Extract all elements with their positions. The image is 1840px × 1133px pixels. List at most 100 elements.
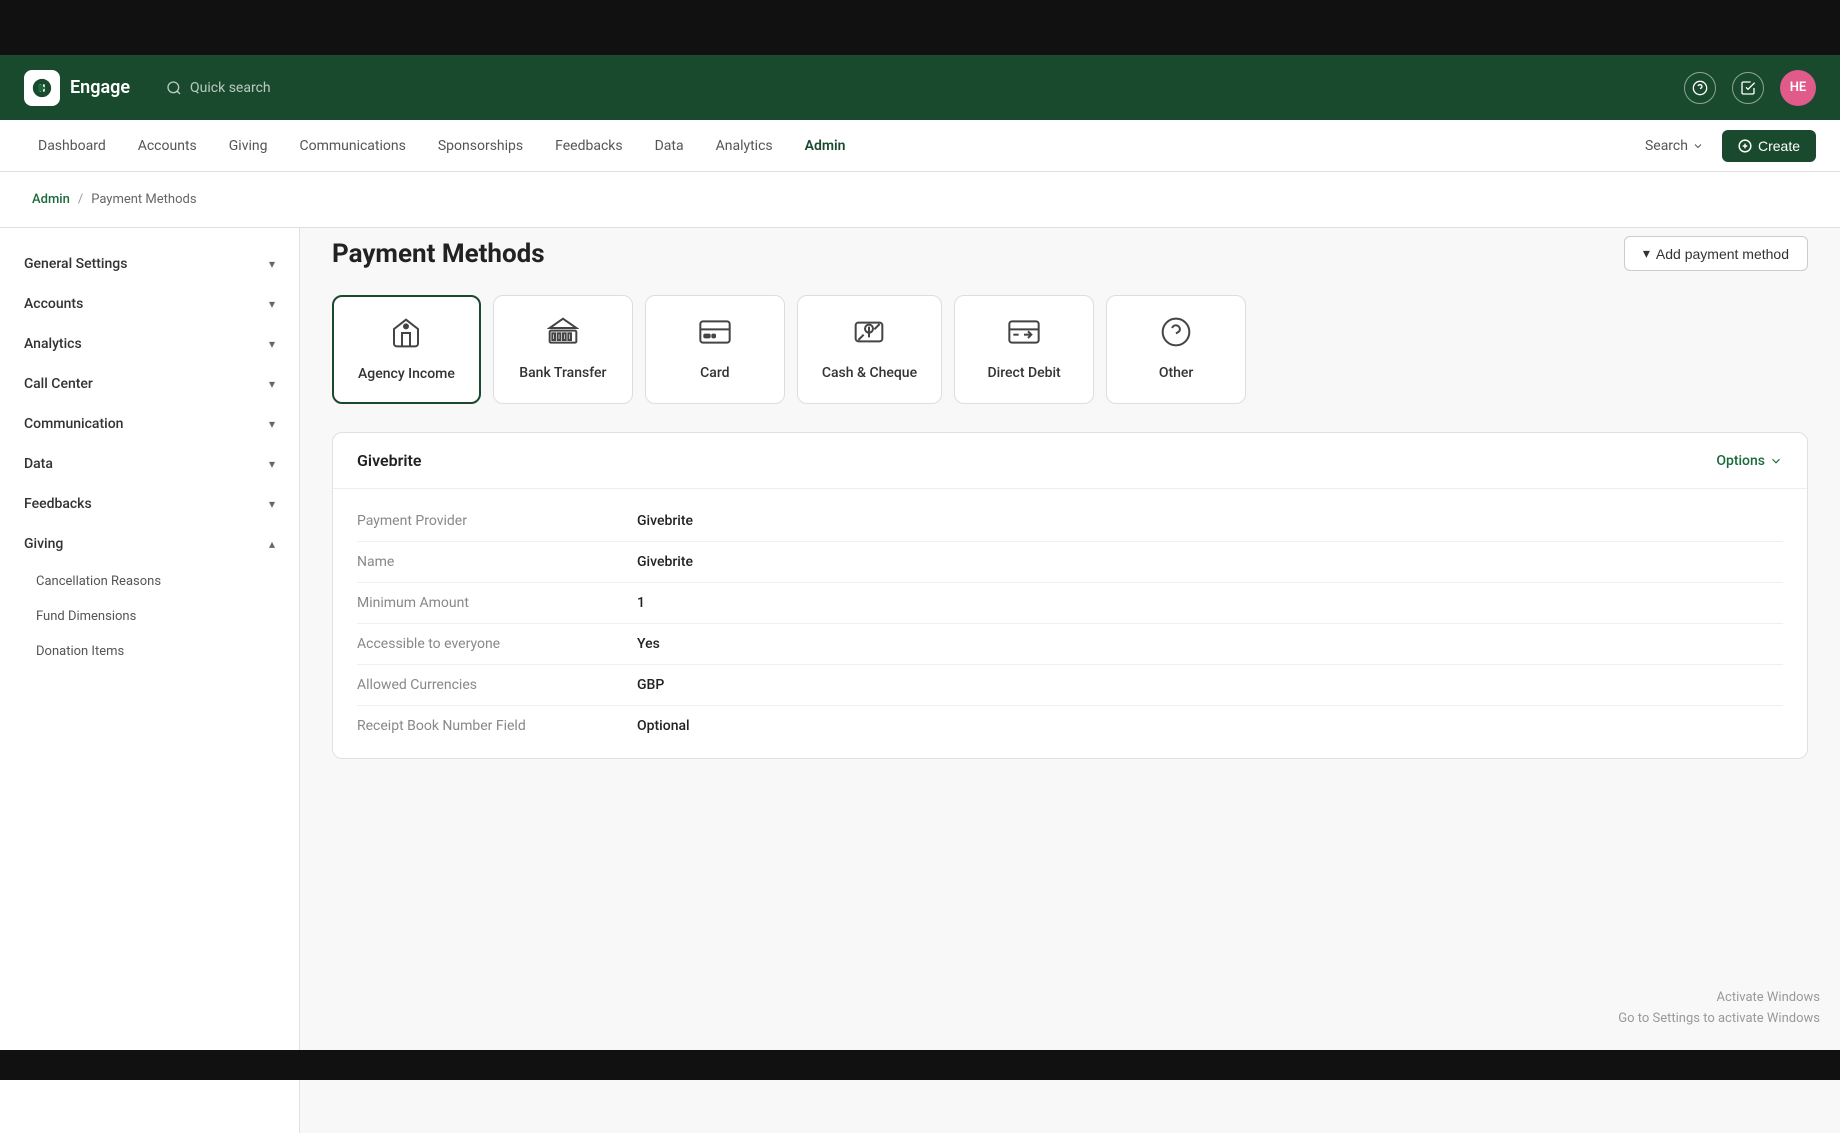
chevron-down-icon: ▾ [269, 497, 275, 511]
options-button[interactable]: Options [1716, 453, 1783, 469]
sidebar-item-communication[interactable]: Communication ▾ [0, 404, 299, 444]
add-payment-method-button[interactable]: ▾ Add payment method [1624, 236, 1808, 271]
nav-item-data[interactable]: Data [641, 132, 698, 160]
sidebar: General Settings ▾ Accounts ▾ Analytics … [0, 228, 300, 1133]
nav-item-admin[interactable]: Admin [791, 132, 860, 160]
sidebar-item-data[interactable]: Data ▾ [0, 444, 299, 484]
breadcrumb-parent[interactable]: Admin [32, 192, 70, 207]
detail-label-accessible: Accessible to everyone [357, 636, 637, 652]
detail-value-accessible: Yes [637, 636, 660, 652]
detail-label-name: Name [357, 554, 637, 570]
app-name: Engage [70, 77, 130, 98]
sidebar-item-general-settings[interactable]: General Settings ▾ [0, 244, 299, 284]
chevron-down-icon: ▾ [269, 457, 275, 471]
method-card-other[interactable]: Other [1106, 295, 1246, 404]
sidebar-label-call-center: Call Center [24, 376, 93, 392]
detail-label-receipt: Receipt Book Number Field [357, 718, 637, 734]
direct-debit-icon [1008, 316, 1040, 355]
method-label-card: Card [700, 365, 729, 381]
logo-area[interactable]: Engage [24, 70, 130, 106]
details-section: Givebrite Options Payment Provider Giveb… [332, 432, 1808, 759]
help-icon[interactable] [1684, 72, 1716, 104]
other-icon [1160, 316, 1192, 355]
nav-search[interactable]: Search [1635, 132, 1714, 160]
details-header: Givebrite Options [333, 433, 1807, 489]
watermark-line1: Activate Windows [1618, 988, 1820, 1009]
main-content: Payment Methods ▾ Add payment method Age… [300, 228, 1840, 1133]
sidebar-item-analytics[interactable]: Analytics ▾ [0, 324, 299, 364]
method-label-agency-income: Agency Income [358, 366, 455, 382]
detail-row-currencies: Allowed Currencies GBP [357, 665, 1783, 706]
nav-item-accounts[interactable]: Accounts [124, 132, 211, 160]
navbar: Dashboard Accounts Giving Communications… [0, 120, 1840, 172]
detail-value-minimum: 1 [637, 595, 645, 611]
detail-value-name: Givebrite [637, 554, 693, 570]
page-title: Payment Methods [332, 239, 545, 269]
add-button-label: Add payment method [1656, 246, 1789, 262]
cash-cheque-icon [853, 316, 885, 355]
windows-watermark: Activate Windows Go to Settings to activ… [1618, 988, 1820, 1030]
detail-row-receipt: Receipt Book Number Field Optional [357, 706, 1783, 746]
chevron-down-icon: ▾ [269, 337, 275, 351]
options-label: Options [1716, 453, 1765, 469]
sidebar-item-feedbacks[interactable]: Feedbacks ▾ [0, 484, 299, 524]
chevron-down-icon: ▾ [269, 417, 275, 431]
chevron-down-icon: ▾ [269, 257, 275, 271]
detail-row-provider: Payment Provider Givebrite [357, 501, 1783, 542]
search-placeholder: Quick search [190, 80, 271, 96]
nav-item-communications[interactable]: Communications [285, 132, 419, 160]
sidebar-label-feedbacks: Feedbacks [24, 496, 92, 512]
method-label-other: Other [1159, 365, 1194, 381]
page-header: Payment Methods ▾ Add payment method [332, 228, 1808, 271]
method-card-cash-cheque[interactable]: Cash & Cheque [797, 295, 942, 404]
detail-row-name: Name Givebrite [357, 542, 1783, 583]
chevron-up-icon: ▴ [269, 537, 275, 551]
main-container: General Settings ▾ Accounts ▾ Analytics … [0, 228, 1840, 1133]
sidebar-item-call-center[interactable]: Call Center ▾ [0, 364, 299, 404]
card-icon [699, 316, 731, 355]
nav-right: Search Create [1635, 130, 1816, 162]
detail-label-provider: Payment Provider [357, 513, 637, 529]
payment-method-cards: Agency Income Bank Transfer [332, 295, 1808, 404]
method-card-card[interactable]: Card [645, 295, 785, 404]
method-label-cash-cheque: Cash & Cheque [822, 365, 917, 381]
method-card-direct-debit[interactable]: Direct Debit [954, 295, 1094, 404]
sidebar-label-giving: Giving [24, 536, 63, 552]
details-title: Givebrite [357, 451, 421, 470]
method-label-direct-debit: Direct Debit [987, 365, 1060, 381]
chevron-down-icon: ▾ [269, 297, 275, 311]
sidebar-item-accounts[interactable]: Accounts ▾ [0, 284, 299, 324]
detail-value-receipt: Optional [637, 718, 690, 734]
nav-item-sponsorships[interactable]: Sponsorships [424, 132, 537, 160]
sidebar-sub-donation-items[interactable]: Donation Items [0, 634, 299, 669]
sidebar-label-communication: Communication [24, 416, 123, 432]
method-label-bank-transfer: Bank Transfer [519, 365, 606, 381]
app-header: Engage Quick search HE [0, 55, 1840, 120]
breadcrumb: Admin / Payment Methods [0, 172, 1840, 227]
watermark-line2: Go to Settings to activate Windows [1618, 1009, 1820, 1030]
nav-item-giving[interactable]: Giving [215, 132, 282, 160]
sidebar-label-analytics: Analytics [24, 336, 82, 352]
chevron-down-icon: ▾ [1643, 245, 1650, 262]
agency-income-icon [390, 317, 422, 356]
nav-item-analytics[interactable]: Analytics [702, 132, 787, 160]
sidebar-item-giving[interactable]: Giving ▴ [0, 524, 299, 564]
quick-search[interactable]: Quick search [166, 80, 271, 96]
user-avatar[interactable]: HE [1780, 70, 1816, 106]
detail-value-provider: Givebrite [637, 513, 693, 529]
sidebar-label-data: Data [24, 456, 53, 472]
sidebar-sub-fund-dimensions[interactable]: Fund Dimensions [0, 599, 299, 634]
detail-label-currencies: Allowed Currencies [357, 677, 637, 693]
breadcrumb-current: Payment Methods [91, 192, 196, 207]
method-card-agency-income[interactable]: Agency Income [332, 295, 481, 404]
create-button[interactable]: Create [1722, 130, 1816, 162]
nav-item-feedbacks[interactable]: Feedbacks [541, 132, 636, 160]
create-label: Create [1758, 138, 1800, 154]
notifications-icon[interactable] [1732, 72, 1764, 104]
method-card-bank-transfer[interactable]: Bank Transfer [493, 295, 633, 404]
detail-value-currencies: GBP [637, 677, 664, 693]
sidebar-sub-cancellation-reasons[interactable]: Cancellation Reasons [0, 564, 299, 599]
sidebar-label-general-settings: General Settings [24, 256, 127, 272]
header-right: HE [1684, 70, 1816, 106]
nav-item-dashboard[interactable]: Dashboard [24, 132, 120, 160]
